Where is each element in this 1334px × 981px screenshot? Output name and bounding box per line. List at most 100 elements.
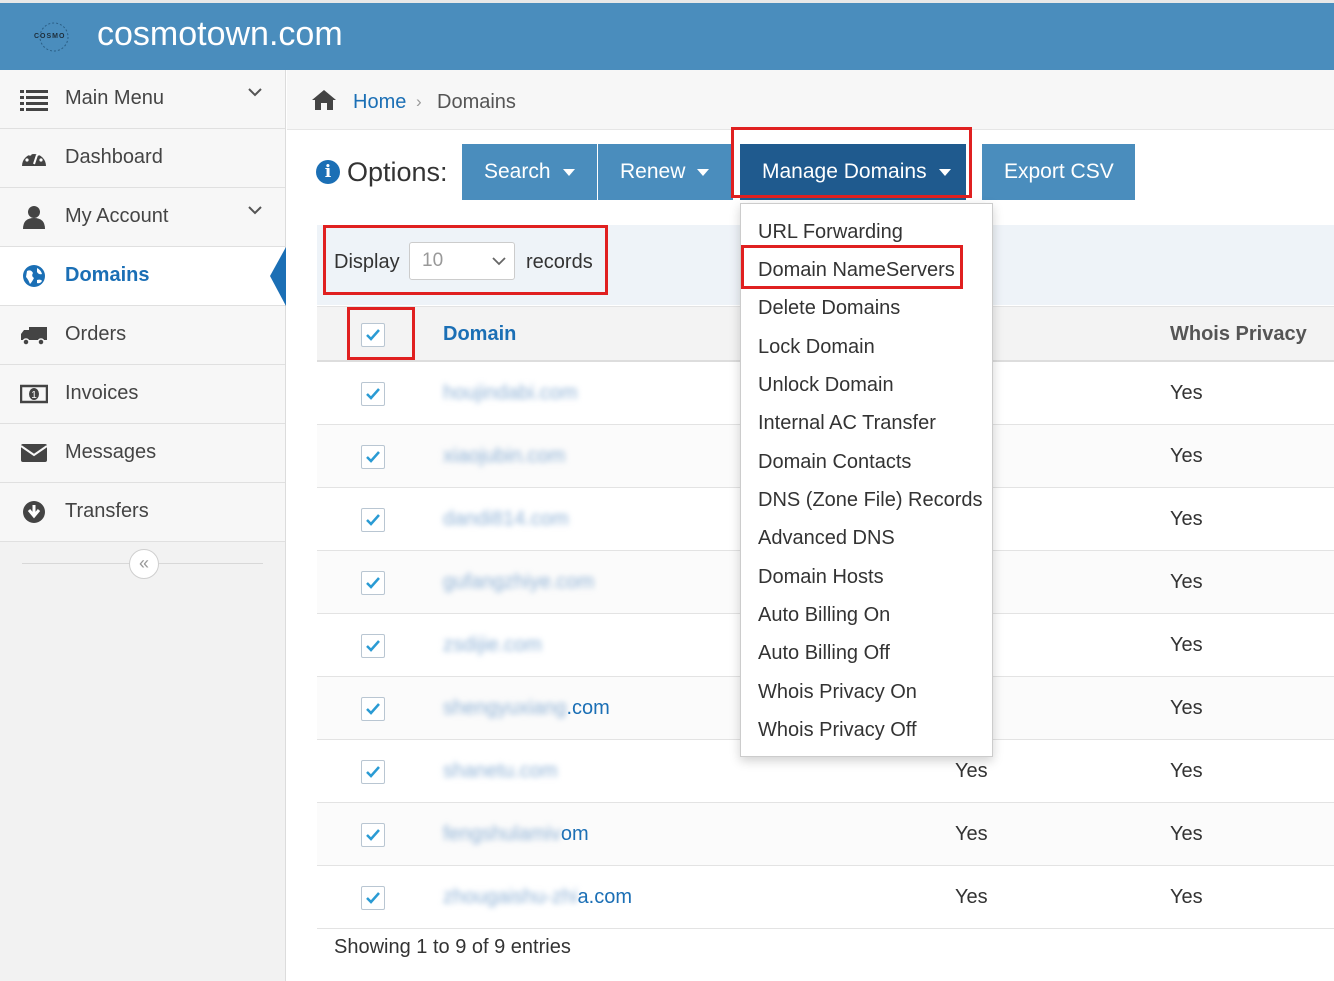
sidebar-item-label: Messages xyxy=(65,441,157,463)
download-circle-icon xyxy=(23,501,45,523)
row-checkbox[interactable] xyxy=(361,697,385,721)
row-checkbox[interactable] xyxy=(361,382,385,406)
envelope-icon xyxy=(20,444,48,462)
menu-item-lock-domain[interactable]: Lock Domain xyxy=(758,336,875,359)
globe-icon xyxy=(23,265,45,287)
check-icon xyxy=(366,577,380,589)
list-icon xyxy=(20,90,48,111)
info-icon: i xyxy=(316,160,340,184)
table-row: fengshulamivom Yes Yes xyxy=(317,803,1334,866)
menu-item-auto-billing-off[interactable]: Auto Billing Off xyxy=(758,642,890,665)
home-icon[interactable] xyxy=(311,89,337,111)
sidebar-item-domains[interactable]: Domains xyxy=(0,247,286,306)
breadcrumb-separator: › xyxy=(416,92,422,111)
domain-link[interactable]: xiaojubin.com xyxy=(443,445,565,468)
site-title[interactable]: cosmotown.com xyxy=(97,15,343,54)
row-checkbox[interactable] xyxy=(361,886,385,910)
breadcrumb-home-link[interactable]: Home xyxy=(353,91,406,114)
sidebar-item-label: Invoices xyxy=(65,382,139,404)
check-icon xyxy=(366,829,380,841)
top-header: COSMO cosmotown.com xyxy=(0,0,1334,70)
menu-item-whois-privacy-off[interactable]: Whois Privacy Off xyxy=(758,719,917,742)
breadcrumb-current: Domains xyxy=(437,91,516,113)
menu-item-domain-contacts[interactable]: Domain Contacts xyxy=(758,451,911,474)
locked-value: Yes xyxy=(955,823,988,845)
options-label: Options: xyxy=(347,157,448,187)
domain-link[interactable]: gufangzhiye.com xyxy=(443,571,594,594)
sidebar-collapse-button[interactable]: « xyxy=(129,549,159,579)
menu-item-whois-privacy-on[interactable]: Whois Privacy On xyxy=(758,681,917,704)
menu-item-dns-records[interactable]: DNS (Zone File) Records xyxy=(758,489,983,512)
sidebar-item-invoices[interactable]: 1 Invoices xyxy=(0,365,285,424)
column-header-domain[interactable]: Domain xyxy=(443,323,516,346)
check-icon xyxy=(366,640,380,652)
sidebar-item-label: Orders xyxy=(65,323,127,345)
sidebar-item-orders[interactable]: Orders xyxy=(0,306,285,365)
domain-link[interactable]: zsdijie.com xyxy=(443,634,542,657)
row-checkbox[interactable] xyxy=(361,823,385,847)
renew-button-label: Renew xyxy=(620,160,686,183)
svg-text:1: 1 xyxy=(31,390,37,401)
site-logo[interactable]: COSMO xyxy=(20,21,88,53)
truck-icon xyxy=(21,327,47,346)
money-icon: 1 xyxy=(20,384,48,404)
whois-privacy-value: Yes xyxy=(1170,445,1203,467)
breadcrumb: Home › Domains xyxy=(287,70,1334,130)
row-checkbox[interactable] xyxy=(361,634,385,658)
locked-value: Yes xyxy=(955,886,988,908)
menu-item-unlock-domain[interactable]: Unlock Domain xyxy=(758,374,894,397)
row-checkbox[interactable] xyxy=(361,760,385,784)
row-checkbox[interactable] xyxy=(361,445,385,469)
sidebar-item-label: Transfers xyxy=(65,500,149,522)
chevron-down-icon xyxy=(248,88,262,97)
sidebar-item-label: Dashboard xyxy=(65,146,163,168)
menu-item-internal-ac-transfer[interactable]: Internal AC Transfer xyxy=(758,412,936,435)
menu-item-url-forwarding[interactable]: URL Forwarding xyxy=(758,221,903,244)
renew-button[interactable]: Renew xyxy=(598,144,733,200)
sidebar-item-label: Domains xyxy=(65,264,150,286)
domain-link[interactable]: shanetu.com xyxy=(443,760,558,783)
sidebar-item-dashboard[interactable]: Dashboard xyxy=(0,129,285,188)
check-icon xyxy=(366,766,380,778)
column-header-whois-privacy[interactable]: Whois Privacy xyxy=(1170,323,1307,346)
whois-privacy-value: Yes xyxy=(1170,760,1203,782)
sidebar-item-label: My Account xyxy=(65,205,169,227)
export-csv-button-label: Export CSV xyxy=(1004,160,1114,183)
highlight-display-records xyxy=(323,225,608,295)
export-csv-button[interactable]: Export CSV xyxy=(982,144,1135,200)
whois-privacy-value: Yes xyxy=(1170,508,1203,530)
check-icon xyxy=(366,892,380,904)
check-icon xyxy=(366,514,380,526)
sidebar-item-my-account[interactable]: My Account xyxy=(0,188,285,247)
domain-link[interactable]: houjindabi.com xyxy=(443,382,578,405)
logo-text: COSMO xyxy=(34,33,66,40)
menu-item-domain-hosts[interactable]: Domain Hosts xyxy=(758,566,884,589)
search-button[interactable]: Search xyxy=(462,144,597,200)
whois-privacy-value: Yes xyxy=(1170,697,1203,719)
table-row: zhougaishu-zhia.com Yes Yes xyxy=(317,866,1334,929)
whois-privacy-value: Yes xyxy=(1170,571,1203,593)
user-icon xyxy=(23,206,45,229)
sidebar: Main Menu Dashboard My Account Domains O… xyxy=(0,70,286,981)
menu-item-auto-billing-on[interactable]: Auto Billing On xyxy=(758,604,890,627)
sidebar-item-messages[interactable]: Messages xyxy=(0,424,285,483)
sidebar-item-main-menu[interactable]: Main Menu xyxy=(0,70,285,129)
whois-privacy-value: Yes xyxy=(1170,634,1203,656)
row-checkbox[interactable] xyxy=(361,571,385,595)
check-icon xyxy=(366,703,380,715)
domain-link[interactable]: dandi814.com xyxy=(443,508,569,531)
menu-item-delete-domains[interactable]: Delete Domains xyxy=(758,297,900,320)
chevron-down-icon xyxy=(248,206,262,215)
highlight-select-all-checkbox xyxy=(347,307,415,360)
menu-item-advanced-dns[interactable]: Advanced DNS xyxy=(758,527,895,550)
check-icon xyxy=(366,388,380,400)
domain-link[interactable]: zhougaishu-zhia.com xyxy=(443,886,632,909)
whois-privacy-value: Yes xyxy=(1170,886,1203,908)
domain-link[interactable]: fengshulamivom xyxy=(443,823,589,846)
domain-link[interactable]: shengyuxiang.com xyxy=(443,697,610,720)
check-icon xyxy=(366,451,380,463)
caret-down-icon xyxy=(697,168,710,176)
row-checkbox[interactable] xyxy=(361,508,385,532)
sidebar-item-transfers[interactable]: Transfers xyxy=(0,483,285,542)
whois-privacy-value: Yes xyxy=(1170,382,1203,404)
